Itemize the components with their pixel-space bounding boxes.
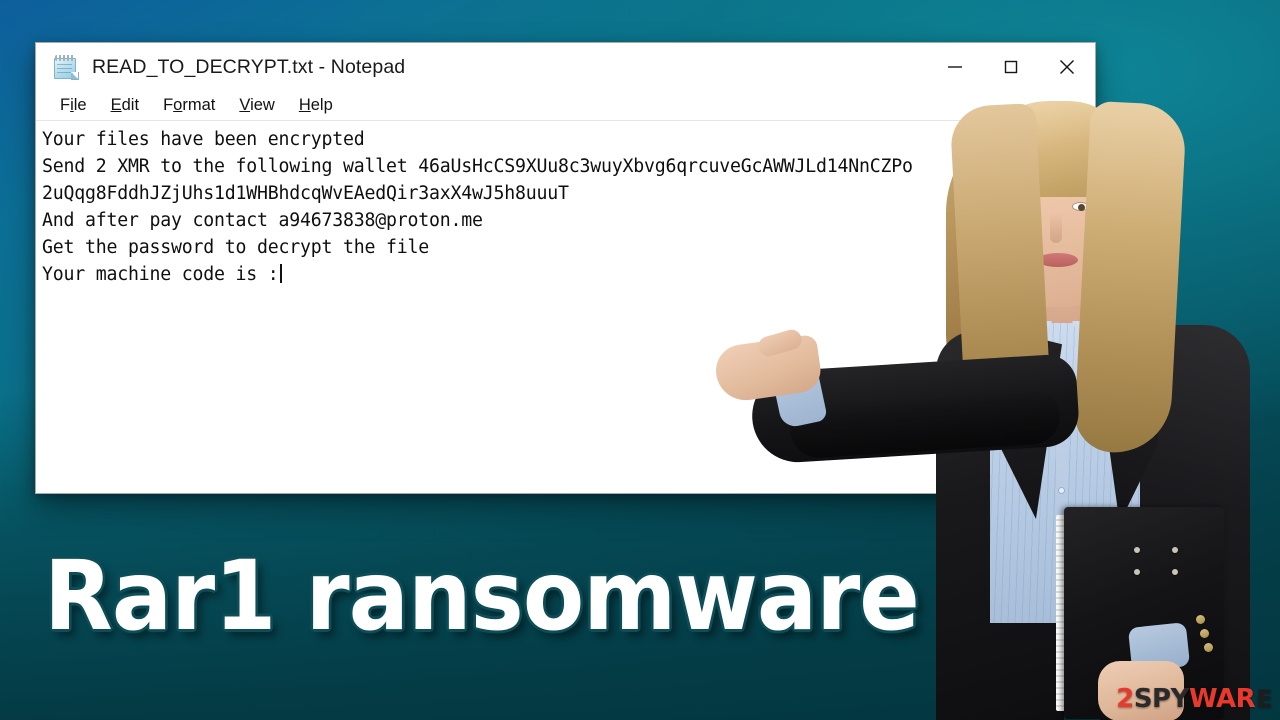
shirt-button <box>1058 487 1065 494</box>
folder-rivet <box>1134 547 1140 553</box>
menu-item-help[interactable]: Help <box>287 94 345 117</box>
jacket-button <box>1196 615 1205 624</box>
menu-item-format[interactable]: Format <box>151 94 227 117</box>
site-watermark: 2 SPY WAR E <box>1116 684 1272 714</box>
menu-item-edit[interactable]: Edit <box>99 94 151 117</box>
menu-item-file[interactable]: File <box>48 94 99 117</box>
note-line-text: Your machine code is : <box>42 264 279 285</box>
pupil-right <box>1078 204 1085 211</box>
hair-right <box>1072 100 1188 456</box>
page-title: Rar1 ransomware <box>44 540 920 652</box>
folder-rivet <box>1172 547 1178 553</box>
minimize-button[interactable] <box>927 43 983 91</box>
watermark-part-spy: SPY <box>1133 684 1190 714</box>
close-button[interactable] <box>1039 43 1095 91</box>
watermark-part-2: 2 <box>1116 684 1134 714</box>
jacket-button <box>1204 643 1213 652</box>
folder-rivet <box>1172 569 1178 575</box>
folder-rivet <box>1134 569 1140 575</box>
text-caret <box>279 264 282 283</box>
watermark-part-e: E <box>1256 685 1272 713</box>
menu-item-view[interactable]: View <box>227 94 286 117</box>
window-title-bar[interactable]: READ_TO_DECRYPT.txt - Notepad <box>36 43 1095 91</box>
jacket-button <box>1200 629 1209 638</box>
watermark-part-war: WAR <box>1188 684 1256 714</box>
nose <box>1050 213 1062 243</box>
maximize-button[interactable] <box>983 43 1039 91</box>
window-title: READ_TO_DECRYPT.txt - Notepad <box>92 55 406 78</box>
notepad-icon <box>53 54 79 80</box>
window-controls[interactable] <box>927 43 1095 91</box>
lips <box>1038 253 1078 267</box>
